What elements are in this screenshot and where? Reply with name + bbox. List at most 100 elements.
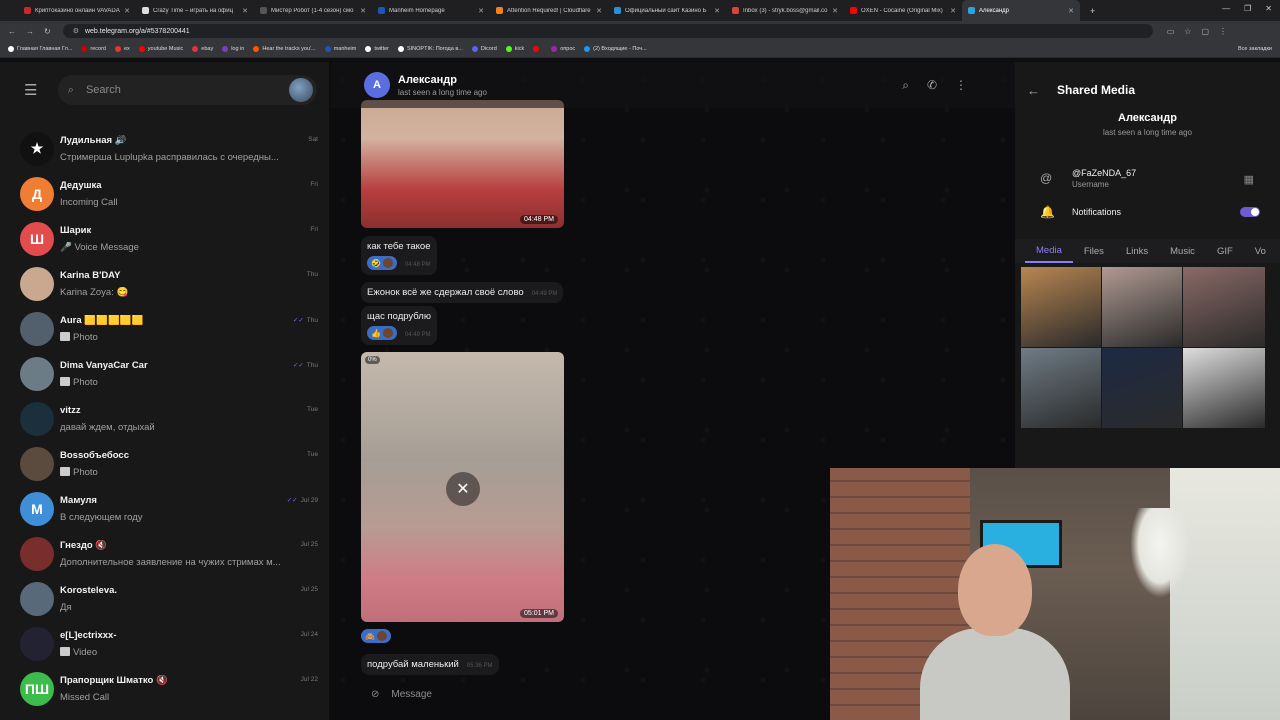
chat-list-item[interactable]: ПШ Прапорщик Шматко 🔇 Missed Call Jul 22 xyxy=(0,666,330,711)
close-tab-icon[interactable]: ✕ xyxy=(714,7,720,15)
attach-icon[interactable]: ⊘ xyxy=(371,689,379,700)
stories-avatar[interactable] xyxy=(289,78,313,102)
close-tab-icon[interactable]: ✕ xyxy=(242,7,248,15)
uploading-photo-message[interactable]: 0% ✕ 05:01 PM xyxy=(361,352,564,622)
reaction-badge[interactable]: 👍 xyxy=(367,326,397,340)
media-thumbnail[interactable] xyxy=(1021,348,1101,428)
search-input[interactable]: ⌕ Search xyxy=(57,75,317,105)
close-tab-icon[interactable]: ✕ xyxy=(360,7,366,15)
reload-icon[interactable]: ↻ xyxy=(44,27,51,36)
media-thumbnail[interactable] xyxy=(1021,267,1101,347)
chat-list-item[interactable]: Korosteleva. Дя Jul 25 xyxy=(0,576,330,621)
tab-links[interactable]: Links xyxy=(1115,239,1159,263)
media-thumbnail[interactable] xyxy=(1183,348,1265,428)
phone-icon[interactable]: ✆ xyxy=(927,78,937,93)
chat-list-item[interactable]: Karina B'DAY Karina Zoya: 😋 Thu xyxy=(0,261,330,306)
chat-list-item[interactable]: Bossобъебосс Photo Tue xyxy=(0,441,330,486)
chat-list-item[interactable]: vitzz давай ждем, отдыхай Tue xyxy=(0,396,330,441)
browser-tab[interactable]: OXEN - Cocaine (Original Mix) ✕ xyxy=(844,0,962,21)
browser-tab[interactable]: Attention Required! | Cloudflare ✕ xyxy=(490,0,608,21)
close-tab-icon[interactable]: ✕ xyxy=(950,7,956,15)
browser-tab[interactable]: Manheim Homepage ✕ xyxy=(372,0,490,21)
chat-list-item[interactable]: e[L]ectrixxx- Video Jul 24 xyxy=(0,621,330,666)
profile-icon[interactable]: ⋮ xyxy=(1219,27,1227,36)
reaction-badge[interactable]: 🤣 xyxy=(367,256,397,270)
close-tab-icon[interactable]: ✕ xyxy=(124,7,130,15)
star-icon[interactable]: ☆ xyxy=(1184,27,1191,36)
media-thumbnail[interactable] xyxy=(1102,267,1182,347)
message-bubble[interactable]: Ежонок всё же сдержал своё слово 04:49 PM xyxy=(361,282,564,303)
tab-music[interactable]: Music xyxy=(1159,239,1206,263)
bookmark-item[interactable]: Dicord xyxy=(471,46,497,52)
bookmark-item[interactable]: kick xyxy=(505,46,524,52)
bookmark-item[interactable] xyxy=(533,46,542,52)
chat-date-row: Jul 24 xyxy=(301,631,318,638)
close-tab-icon[interactable]: ✕ xyxy=(478,7,484,15)
restore-icon[interactable]: ❐ xyxy=(1244,4,1251,13)
bookmark-item[interactable]: record xyxy=(81,46,106,52)
bookmark-item[interactable]: ebay xyxy=(192,46,213,52)
message-bubble[interactable]: щас подрублю 👍 04:49 PM xyxy=(361,306,437,345)
bookmark-item[interactable]: ex xyxy=(114,46,130,52)
close-tab-icon[interactable]: ✕ xyxy=(596,7,602,15)
chat-list-item[interactable]: ★ Лудильная 🔊 Стримерша Luplupka раcправ… xyxy=(0,126,330,171)
browser-tab[interactable]: Криптоказино онлайн VAVADA ✕ xyxy=(18,0,136,21)
bookmark-item[interactable]: youtube Music xyxy=(138,46,183,52)
chat-list-item[interactable]: Dima VanyaCar Car Photo ✓✓ Thu xyxy=(0,351,330,396)
new-tab-icon[interactable]: + xyxy=(1090,6,1095,16)
close-tab-icon[interactable]: ✕ xyxy=(832,7,838,15)
chat-list-item[interactable]: Гнездо 🔇 Дополнительное заявление на чуж… xyxy=(0,531,330,576)
bookmark-icon xyxy=(192,46,199,52)
chat-list-item[interactable]: Aura 🟨🟨🟨🟨🟨 Photo ✓✓ Thu xyxy=(0,306,330,351)
url-field[interactable]: ⚙ web.telegram.org/a/#5378200441 xyxy=(62,24,1153,38)
message-bubble[interactable]: подрубай маленький 05:36 PM xyxy=(361,654,499,675)
site-info-icon[interactable]: ⚙ xyxy=(73,27,79,35)
reaction-badge[interactable]: 🙈 xyxy=(361,629,391,643)
media-thumbnail[interactable] xyxy=(1183,267,1265,347)
chat-list-item[interactable]: Ш Шарик 🎤 Voice Message Fri xyxy=(0,216,330,261)
extensions-icon[interactable]: ▢ xyxy=(1201,27,1209,36)
chat-list-item[interactable]: М Мамуля В следующем году ✓✓ Jul 29 xyxy=(0,486,330,531)
chat-header[interactable]: А Александр last seen a long time ago ⌕ … xyxy=(331,62,1015,108)
message-bubble[interactable]: как тебе такое 🤣 04:48 PM xyxy=(361,236,437,275)
close-window-icon[interactable]: ✕ xyxy=(1265,4,1272,13)
browser-tab[interactable]: Crazy Time – играть на офиц ✕ xyxy=(136,0,254,21)
menu-icon[interactable]: ☰ xyxy=(24,81,44,99)
bookmark-item[interactable]: log in xyxy=(222,46,244,52)
tab-vo[interactable]: Vo xyxy=(1244,239,1277,263)
message-composer[interactable]: ⊘ Message xyxy=(361,681,831,707)
bookmark-item[interactable]: опрос xyxy=(551,46,575,52)
browser-tab[interactable]: Мистер Робот (1-4 сезон) смо ✕ xyxy=(254,0,372,21)
photo-message[interactable]: 04:48 PM xyxy=(361,100,564,228)
back-arrow-icon[interactable]: ← xyxy=(1027,83,1057,98)
tab-media[interactable]: Media xyxy=(1025,239,1073,263)
media-thumbnail[interactable] xyxy=(1102,348,1182,428)
browser-tab[interactable]: Александр ✕ xyxy=(962,0,1080,21)
avatar[interactable]: А xyxy=(364,72,390,98)
bookmark-item[interactable]: SINOPTIK: Погода в... xyxy=(397,46,463,52)
minimize-icon[interactable]: — xyxy=(1222,4,1230,13)
qr-code-icon[interactable]: ▦ xyxy=(1244,173,1254,186)
message-input[interactable]: Message xyxy=(391,689,432,700)
close-tab-icon[interactable]: ✕ xyxy=(1068,7,1074,15)
browser-tab[interactable]: Inbox (3) - stryk.boss@gmail.co ✕ xyxy=(726,0,844,21)
cancel-upload-icon[interactable]: ✕ xyxy=(446,472,480,506)
bookmark-item[interactable]: (2) Входящие - Поч... xyxy=(584,46,647,52)
more-icon[interactable]: ⋮ xyxy=(955,78,967,93)
tab-files[interactable]: Files xyxy=(1073,239,1115,263)
bookmark-item[interactable]: manheim xyxy=(324,46,356,52)
forward-icon[interactable]: → xyxy=(26,27,34,36)
all-bookmarks[interactable]: Все закладки xyxy=(1238,46,1272,52)
back-icon[interactable]: ← xyxy=(8,27,16,36)
username-row[interactable]: @ @FaZeNDA_67 Username ▦ xyxy=(1015,161,1280,195)
chat-list-item[interactable]: Д Дедушка Incoming Call Fri xyxy=(0,171,330,216)
search-icon[interactable]: ⌕ xyxy=(902,78,909,93)
browser-tab[interactable]: Официальный сайт Казино Б ✕ xyxy=(608,0,726,21)
cast-icon[interactable]: ▭ xyxy=(1167,27,1175,36)
notifications-row[interactable]: 🔔 Notifications xyxy=(1015,195,1280,229)
notifications-toggle[interactable] xyxy=(1240,207,1260,217)
bookmark-item[interactable]: twitter xyxy=(365,46,389,52)
bookmark-item[interactable]: Hear the tracks you'... xyxy=(253,46,316,52)
tab-gif[interactable]: GIF xyxy=(1206,239,1244,263)
bookmark-item[interactable]: Главная Главная Гл... xyxy=(8,46,72,52)
